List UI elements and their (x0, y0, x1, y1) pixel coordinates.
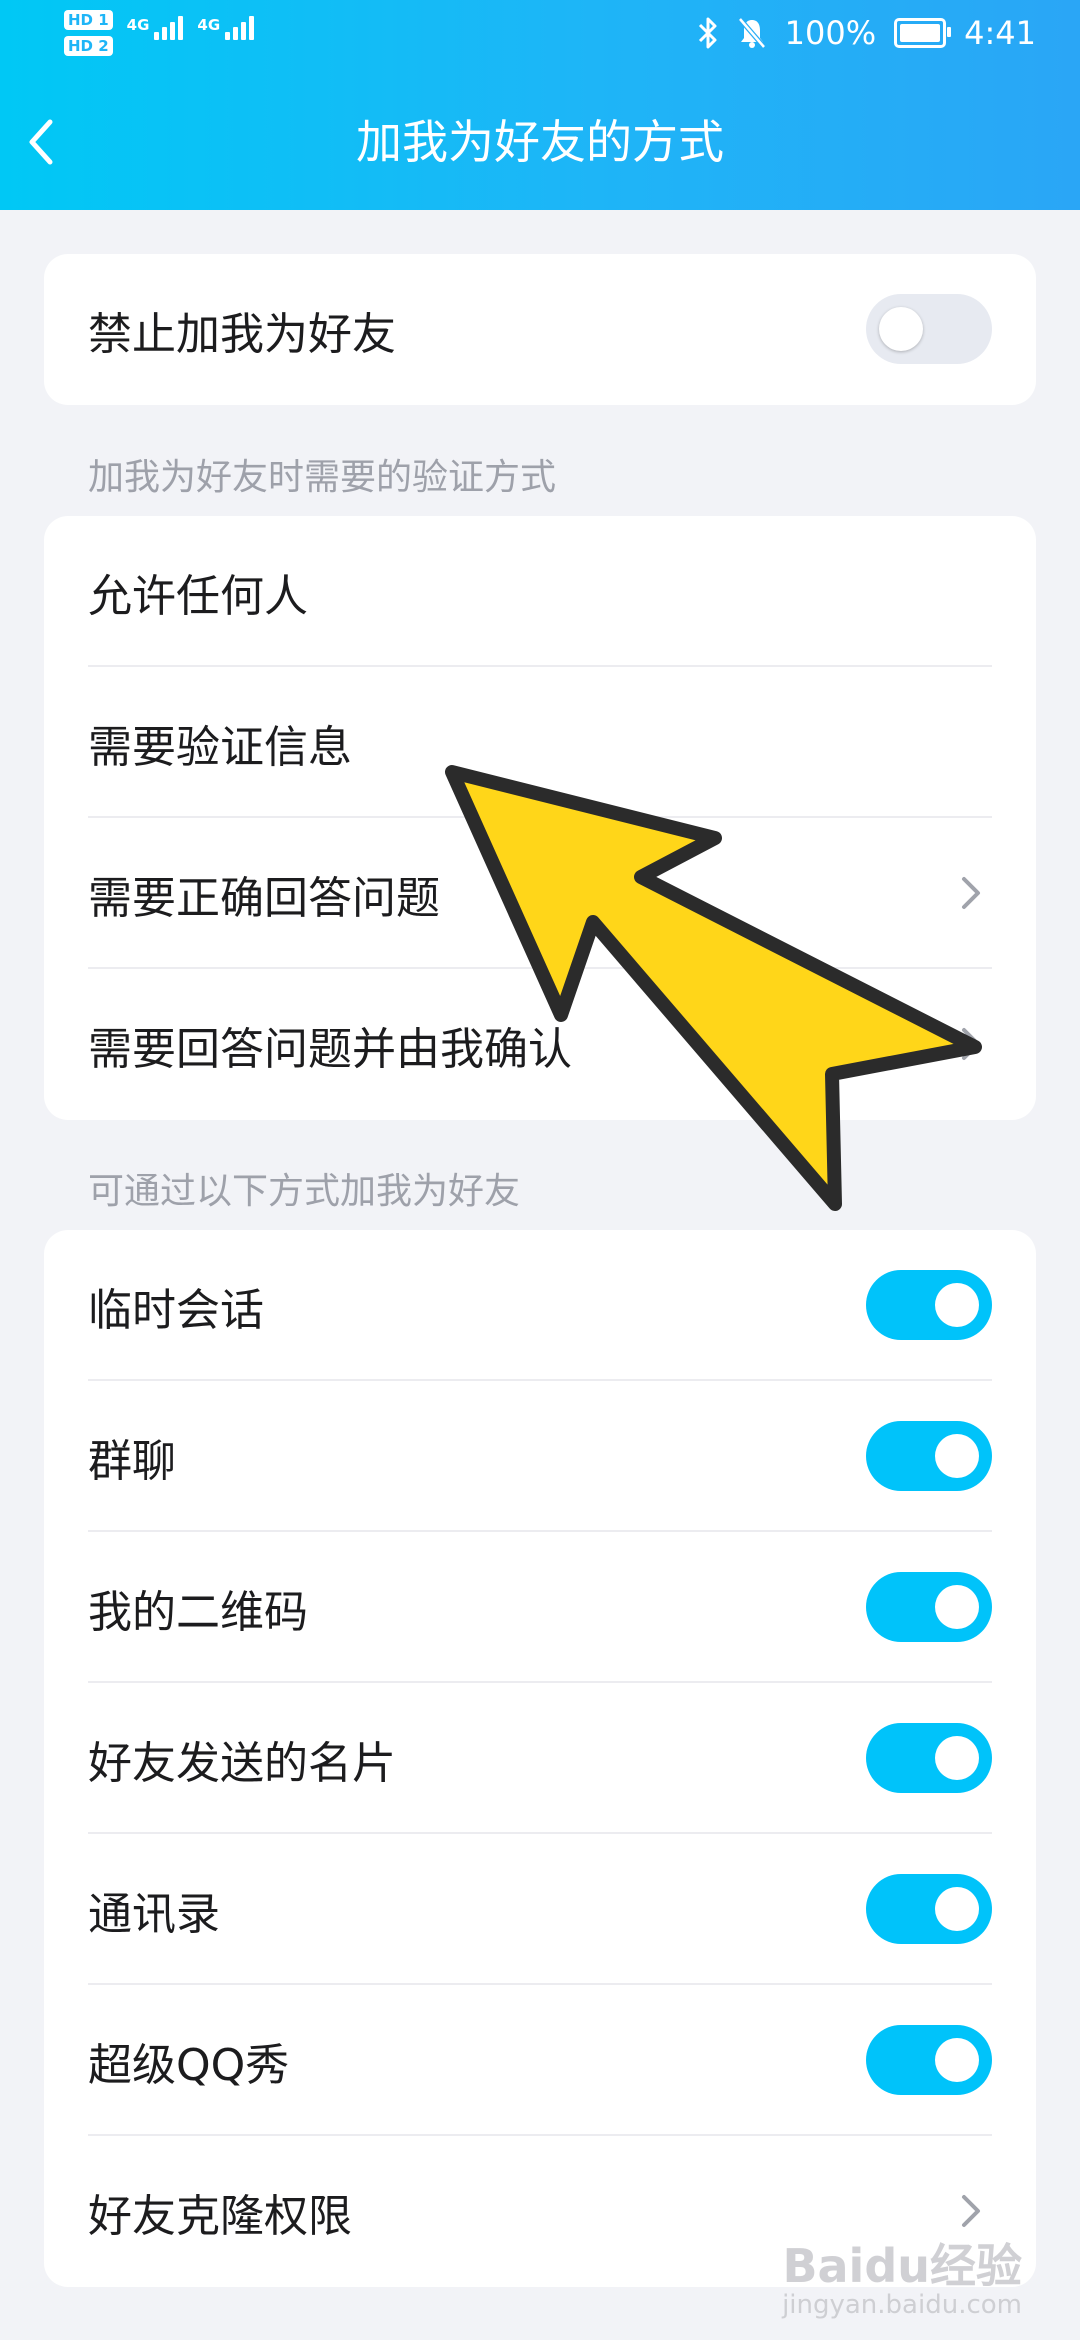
verify-card: 允许任何人 需要验证信息 需要正确回答问题 需要回答问题并由我确认 (44, 516, 1036, 1120)
list-item-label: 需要回答问题并由我确认 (88, 1023, 572, 1075)
chevron-right-icon (962, 1028, 980, 1060)
source-section-title: 可通过以下方式加我为好友 (88, 1171, 521, 1212)
verify-item-message[interactable]: 需要验证信息 (44, 667, 1036, 818)
list-item-label: 我的二维码 (88, 1586, 308, 1638)
source-item-qrcode[interactable]: 我的二维码 (44, 1532, 1036, 1683)
source-card: 临时会话 群聊 我的二维码 好友发送的名片 通讯录 超级QQ秀 好友克隆权限 (44, 1230, 1036, 2287)
source-item-card[interactable]: 好友发送的名片 (44, 1683, 1036, 1834)
battery-icon (894, 18, 952, 48)
list-item-label: 超级QQ秀 (88, 2039, 290, 2091)
watermark-url: jingyan.baidu.com (782, 2290, 1022, 2320)
hd2-badge: HD 2 (64, 36, 113, 56)
header-bar: HD 1 HD 2 4G 4G 100% 4:41 加我为好友的方式 (0, 0, 1080, 210)
source-item-contacts[interactable]: 通讯录 (44, 1834, 1036, 1985)
list-item-label: 需要正确回答问题 (88, 872, 440, 924)
group-chat-toggle[interactable] (866, 1421, 992, 1491)
signal-2-icon: 4G (197, 16, 255, 40)
signal-1-label: 4G (126, 16, 150, 34)
verify-section-title: 加我为好友时需要的验证方式 (88, 457, 557, 498)
status-right: 100% 4:41 (697, 14, 1036, 52)
chevron-right-icon (962, 2195, 980, 2227)
block-add-label: 禁止加我为好友 (88, 308, 396, 360)
signal-2-label: 4G (197, 16, 221, 34)
source-item-group-chat[interactable]: 群聊 (44, 1381, 1036, 1532)
watermark-text: Baidu经验 (782, 2239, 1022, 2293)
list-item-label: 需要验证信息 (88, 721, 352, 773)
bluetooth-icon (698, 17, 717, 49)
qq-show-toggle[interactable] (866, 2025, 992, 2095)
watermark-logo: Baidu经验 jingyan.baidu.com (782, 2230, 1022, 2320)
page-title: 加我为好友的方式 (356, 115, 724, 169)
signal-group: HD 1 HD 2 4G 4G (64, 10, 255, 56)
list-item-label: 通讯录 (88, 1888, 220, 1940)
status-bar: HD 1 HD 2 4G 4G 100% 4:41 (0, 0, 1080, 75)
list-item-label: 好友发送的名片 (88, 1737, 396, 1789)
chevron-right-icon (962, 877, 980, 909)
temp-chat-toggle[interactable] (866, 1270, 992, 1340)
battery-percent: 100% (784, 14, 877, 52)
block-card: 禁止加我为好友 (44, 254, 1036, 405)
hd1-badge: HD 1 (64, 10, 113, 30)
source-item-qq-show[interactable]: 超级QQ秀 (44, 1985, 1036, 2136)
source-item-temp-chat[interactable]: 临时会话 (44, 1230, 1036, 1381)
block-add-toggle[interactable] (866, 294, 992, 364)
list-item-label: 好友克隆权限 (88, 2190, 352, 2242)
verify-item-answer[interactable]: 需要正确回答问题 (44, 818, 1036, 969)
list-item-label: 群聊 (88, 1435, 176, 1487)
hd-badges: HD 1 HD 2 (64, 10, 113, 56)
name-card-toggle[interactable] (866, 1723, 992, 1793)
contacts-toggle[interactable] (866, 1874, 992, 1944)
verify-item-anyone[interactable]: 允许任何人 (44, 516, 1036, 667)
bell-mute-icon (737, 17, 766, 49)
block-add-row[interactable]: 禁止加我为好友 (44, 254, 1036, 405)
qrcode-toggle[interactable] (866, 1572, 992, 1642)
list-item-label: 允许任何人 (88, 570, 308, 622)
list-item-label: 临时会话 (88, 1284, 264, 1336)
signal-1-icon: 4G (127, 16, 184, 40)
clock-time: 4:41 (964, 14, 1036, 52)
verify-item-answer-confirm[interactable]: 需要回答问题并由我确认 (44, 969, 1036, 1120)
